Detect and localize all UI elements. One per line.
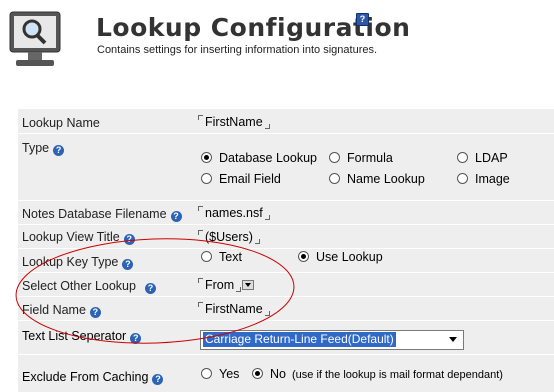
- help-icon: ?: [53, 145, 65, 156]
- type-option-formula[interactable]: Formula: [329, 151, 393, 165]
- field-name-label: Field Name?: [22, 303, 101, 318]
- radio-icon: [201, 173, 212, 184]
- radio-icon: [201, 368, 212, 379]
- caching-option-yes[interactable]: Yes: [201, 367, 239, 381]
- radio-icon: [329, 152, 340, 163]
- radio-icon: [252, 368, 263, 379]
- type-option-name-lookup[interactable]: Name Lookup: [329, 172, 425, 186]
- key-type-option-text[interactable]: Text: [201, 250, 242, 264]
- page-subtitle: Contains settings for inserting informat…: [97, 44, 378, 56]
- other-lookup-row: Select Other Lookup? From: [18, 272, 554, 296]
- separator-value: Carriage Return-Line Feed(Default): [203, 332, 396, 347]
- other-lookup-select[interactable]: From: [198, 278, 255, 292]
- notes-db-label: Notes Database Filename?: [22, 207, 182, 222]
- monitor-search-icon: [9, 11, 61, 66]
- type-option-image[interactable]: Image: [457, 172, 510, 186]
- help-icon: ?: [122, 259, 134, 270]
- view-title-value: ($Users): [205, 230, 253, 244]
- radio-icon: [201, 152, 212, 163]
- dropdown-arrow-icon: [242, 280, 255, 290]
- view-title-label: Lookup View Title?: [22, 230, 135, 245]
- radio-icon: [457, 152, 468, 163]
- radio-icon: [298, 251, 309, 262]
- separator-select[interactable]: Carriage Return-Line Feed(Default): [200, 330, 464, 350]
- help-icon: ?: [144, 283, 156, 294]
- notes-db-row: Notes Database Filename? names.nsf: [18, 200, 554, 224]
- lookup-form: Lookup Name FirstName Type? Database Loo…: [18, 108, 554, 392]
- help-icon: ?: [170, 211, 182, 222]
- key-type-row: Lookup Key Type? Text Use Lookup: [18, 248, 554, 272]
- lookup-name-field[interactable]: FirstName: [198, 115, 270, 129]
- caching-row: Exclude From Caching? Yes No (use if the …: [18, 354, 554, 392]
- radio-icon: [457, 173, 468, 184]
- radio-icon: [201, 251, 212, 262]
- lookup-name-label: Lookup Name: [22, 116, 100, 130]
- help-icon[interactable]: ?: [356, 13, 369, 26]
- field-name-value: FirstName: [205, 302, 263, 316]
- help-icon: ?: [123, 234, 135, 245]
- lookup-name-value: FirstName: [205, 115, 263, 129]
- caching-label: Exclude From Caching?: [22, 370, 164, 385]
- radio-icon: [329, 173, 340, 184]
- help-icon: ?: [89, 307, 101, 318]
- separator-row: Text List Seperator? Carriage Return-Lin…: [18, 320, 554, 354]
- view-title-row: Lookup View Title? ($Users): [18, 224, 554, 248]
- view-title-field[interactable]: ($Users): [198, 230, 260, 244]
- field-name-field[interactable]: FirstName: [198, 302, 270, 316]
- caching-note: (use if the lookup is mail format depend…: [291, 369, 503, 381]
- key-type-option-use-lookup[interactable]: Use Lookup: [298, 250, 383, 264]
- chevron-down-icon: [449, 337, 457, 342]
- other-lookup-label: Select Other Lookup?: [22, 279, 156, 294]
- help-icon: ?: [130, 333, 142, 344]
- type-row: Type? Database Lookup Formula LDAP Email…: [18, 133, 554, 200]
- notes-db-value: names.nsf: [205, 206, 263, 220]
- separator-label: Text List Seperator?: [22, 329, 142, 344]
- key-type-label: Lookup Key Type?: [22, 255, 134, 270]
- type-option-database-lookup[interactable]: Database Lookup: [201, 151, 317, 165]
- other-lookup-value: From: [205, 278, 235, 292]
- help-icon: ?: [152, 374, 164, 385]
- type-option-ldap[interactable]: LDAP: [457, 151, 508, 165]
- caching-option-no[interactable]: No (use if the lookup is mail format depe…: [252, 367, 503, 381]
- type-label: Type?: [22, 141, 65, 156]
- notes-db-field[interactable]: names.nsf: [198, 206, 270, 220]
- lookup-name-row: Lookup Name FirstName: [18, 108, 554, 133]
- page-header: Lookup Configuration ? Contains settings…: [0, 0, 554, 95]
- type-option-email-field[interactable]: Email Field: [201, 172, 281, 186]
- field-name-row: Field Name? FirstName: [18, 296, 554, 320]
